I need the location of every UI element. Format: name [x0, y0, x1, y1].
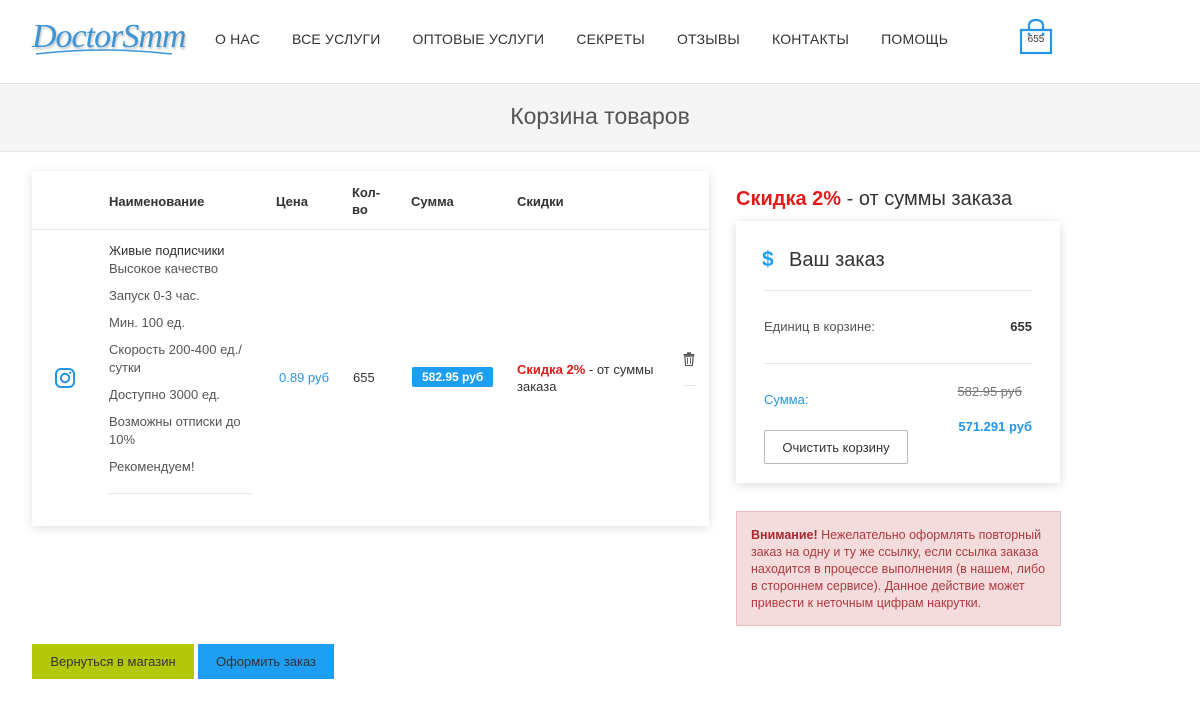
- col-header-name: Наименование: [109, 194, 205, 209]
- order-summary-card: $ Ваш заказ Единиц в корзине: 655 Сумма:…: [736, 221, 1060, 483]
- nav-all-services[interactable]: ВСЕ УСЛУГИ: [292, 31, 380, 47]
- item-price: 0.89 руб: [279, 370, 330, 385]
- site-logo[interactable]: DoctorSmm: [32, 14, 186, 66]
- site-header: DoctorSmm О НАС ВСЕ УСЛУГИ ОПТОВЫЕ УСЛУГ…: [0, 0, 1200, 84]
- nav-reviews[interactable]: ОТЗЫВЫ: [677, 31, 740, 47]
- order-title: Ваш заказ: [789, 249, 885, 271]
- feature-item: Запуск 0-3 час.: [109, 288, 200, 303]
- dollar-icon: $: [762, 248, 774, 271]
- discounted-price: 571.291 руб: [958, 419, 1032, 434]
- old-price: 582.95 руб: [957, 384, 1022, 399]
- nav-help[interactable]: ПОМОЩЬ: [881, 31, 948, 47]
- trash-icon[interactable]: [683, 352, 695, 366]
- feature-item: Мин. 100 ед.: [109, 315, 185, 330]
- logo-swoosh-icon: [35, 49, 173, 55]
- units-label: Единиц в корзине:: [764, 319, 875, 334]
- warning-alert: Внимание! Нежелательно оформлять повторн…: [736, 511, 1061, 626]
- col-header-sum: Сумма: [411, 194, 454, 209]
- delete-divider: [683, 385, 697, 386]
- card-divider: [764, 363, 1032, 364]
- instagram-icon: [55, 368, 75, 388]
- feature-item: Высокое качество: [109, 261, 219, 276]
- discount-heading-percent: Скидка 2%: [736, 188, 842, 210]
- feature-item: Доступно 3000 ед.: [109, 387, 221, 402]
- nav-wholesale[interactable]: ОПТОВЫЕ УСЛУГИ: [413, 31, 545, 47]
- cart-button[interactable]: 655: [1017, 18, 1055, 56]
- card-divider: [764, 290, 1032, 291]
- discount-heading-text: - от суммы заказа: [841, 188, 1013, 210]
- col-header-discount: Скидки: [517, 194, 564, 209]
- cart-count: 655: [1027, 34, 1045, 45]
- units-value: 655: [1010, 319, 1032, 334]
- feature-item: Рекомендуем!: [109, 459, 195, 474]
- nav-contacts[interactable]: КОНТАКТЫ: [772, 31, 849, 47]
- col-header-qty: Кол-во: [352, 185, 381, 217]
- title-band: Корзина товаров: [0, 85, 1200, 152]
- nav-secrets[interactable]: СЕКРЕТЫ: [576, 31, 645, 47]
- back-to-shop-button[interactable]: Вернуться в магазин: [32, 644, 194, 679]
- product-name: Живые подписчики: [109, 243, 225, 258]
- feature-item: Скорость 200-400 ед./ сутки: [109, 342, 242, 375]
- item-discount-percent: Скидка 2%: [517, 362, 586, 377]
- item-discount: Скидка 2% - от суммы заказа: [517, 361, 667, 395]
- checkout-button[interactable]: Оформить заказ: [198, 644, 334, 679]
- feature-item: Возможны отписки до 10%: [109, 414, 241, 447]
- cart-table: Наименование Цена Кол-во Сумма Скидки Жи…: [32, 171, 709, 526]
- item-sum-badge: 582.95 руб: [412, 367, 494, 387]
- nav-about[interactable]: О НАС: [215, 31, 260, 47]
- item-quantity: 655: [353, 370, 375, 385]
- page-title: Корзина товаров: [510, 103, 690, 129]
- feature-divider: [109, 493, 251, 494]
- warning-title: Внимание!: [751, 528, 818, 542]
- main-nav: О НАС ВСЕ УСЛУГИ ОПТОВЫЕ УСЛУГИ СЕКРЕТЫ …: [215, 31, 980, 47]
- table-header-divider: [32, 229, 709, 230]
- sum-label: Сумма:: [764, 392, 809, 407]
- discount-heading: Скидка 2% - от суммы заказа: [736, 188, 1012, 211]
- col-header-price: Цена: [276, 194, 308, 209]
- clear-cart-button[interactable]: Очистить корзину: [764, 430, 908, 464]
